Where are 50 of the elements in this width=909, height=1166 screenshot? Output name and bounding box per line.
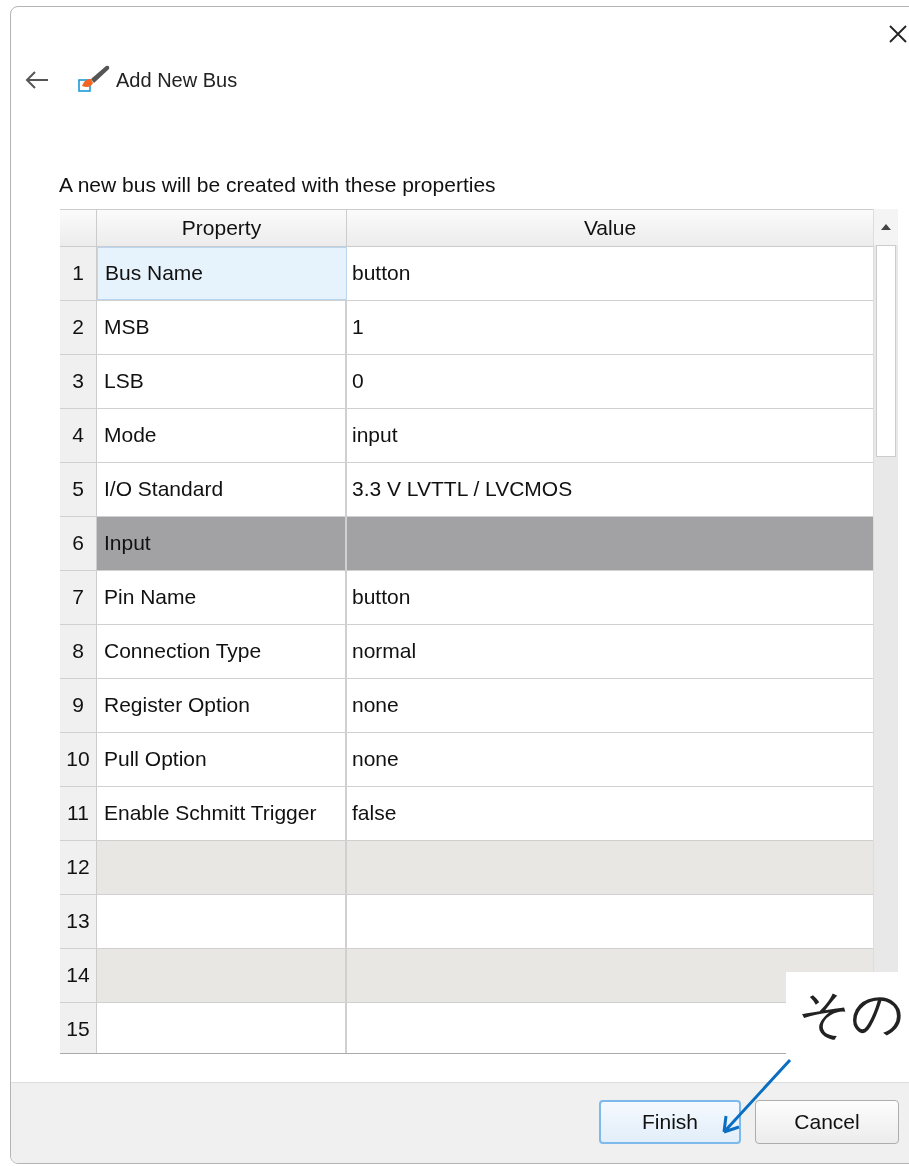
table-cell[interactable]: LSB xyxy=(97,354,347,408)
cancel-button[interactable]: Cancel xyxy=(755,1100,899,1144)
row-number: 1 xyxy=(60,246,97,300)
row-number: 4 xyxy=(60,408,97,462)
row-number: 10 xyxy=(60,732,97,786)
table-cell[interactable]: false xyxy=(347,786,873,840)
description-text: A new bus will be created with these properties xyxy=(59,173,497,198)
column-header[interactable]: Property xyxy=(96,210,346,246)
table-cell[interactable]: Register Option xyxy=(97,678,347,732)
row-number: 2 xyxy=(60,300,97,354)
table-cell[interactable]: Connection Type xyxy=(97,624,347,678)
row-number: 14 xyxy=(60,948,97,1002)
table-cell[interactable]: MSB xyxy=(97,300,347,354)
row-number: 3 xyxy=(60,354,97,408)
table-cell[interactable]: 3.3 V LVTTL / LVCMOS xyxy=(347,462,873,516)
row-number: 7 xyxy=(60,570,97,624)
row-number: 11 xyxy=(60,786,97,840)
table-cell[interactable]: Enable Schmitt Trigger xyxy=(97,786,347,840)
table-cell[interactable]: 0 xyxy=(347,354,873,408)
table-cell[interactable] xyxy=(97,948,347,1002)
row-number: 5 xyxy=(60,462,97,516)
table-cell[interactable]: I/O Standard xyxy=(97,462,347,516)
table-cell[interactable]: none xyxy=(347,732,873,786)
table-cell[interactable]: none xyxy=(347,678,873,732)
finish-button[interactable]: Finish xyxy=(599,1100,741,1144)
window-title: Add New Bus xyxy=(116,68,238,92)
table-cell[interactable]: Bus Name xyxy=(97,246,347,300)
table-cell[interactable]: normal xyxy=(347,624,873,678)
table-cell[interactable]: button xyxy=(347,246,873,300)
table-cell[interactable] xyxy=(347,840,873,894)
row-number: 13 xyxy=(60,894,97,948)
table-cell[interactable]: Mode xyxy=(97,408,347,462)
row-number: 6 xyxy=(60,516,97,570)
scrollbar-thumb[interactable] xyxy=(876,245,896,457)
row-number: 9 xyxy=(60,678,97,732)
table-cell[interactable]: 1 xyxy=(347,300,873,354)
row-number: 15 xyxy=(60,1002,97,1053)
close-button[interactable] xyxy=(888,24,908,44)
scroll-up-button[interactable] xyxy=(874,209,898,245)
table-cell[interactable]: Pull Option xyxy=(97,732,347,786)
table-cell[interactable]: input xyxy=(347,408,873,462)
table-cell[interactable]: Pin Name xyxy=(97,570,347,624)
caret-up-icon xyxy=(880,223,892,231)
row-number: 8 xyxy=(60,624,97,678)
back-button[interactable] xyxy=(24,70,50,90)
table-cell[interactable] xyxy=(97,840,347,894)
table-cell[interactable] xyxy=(347,516,873,570)
table-cell[interactable]: Input xyxy=(97,516,347,570)
table-cell[interactable]: button xyxy=(347,570,873,624)
row-number: 12 xyxy=(60,840,97,894)
